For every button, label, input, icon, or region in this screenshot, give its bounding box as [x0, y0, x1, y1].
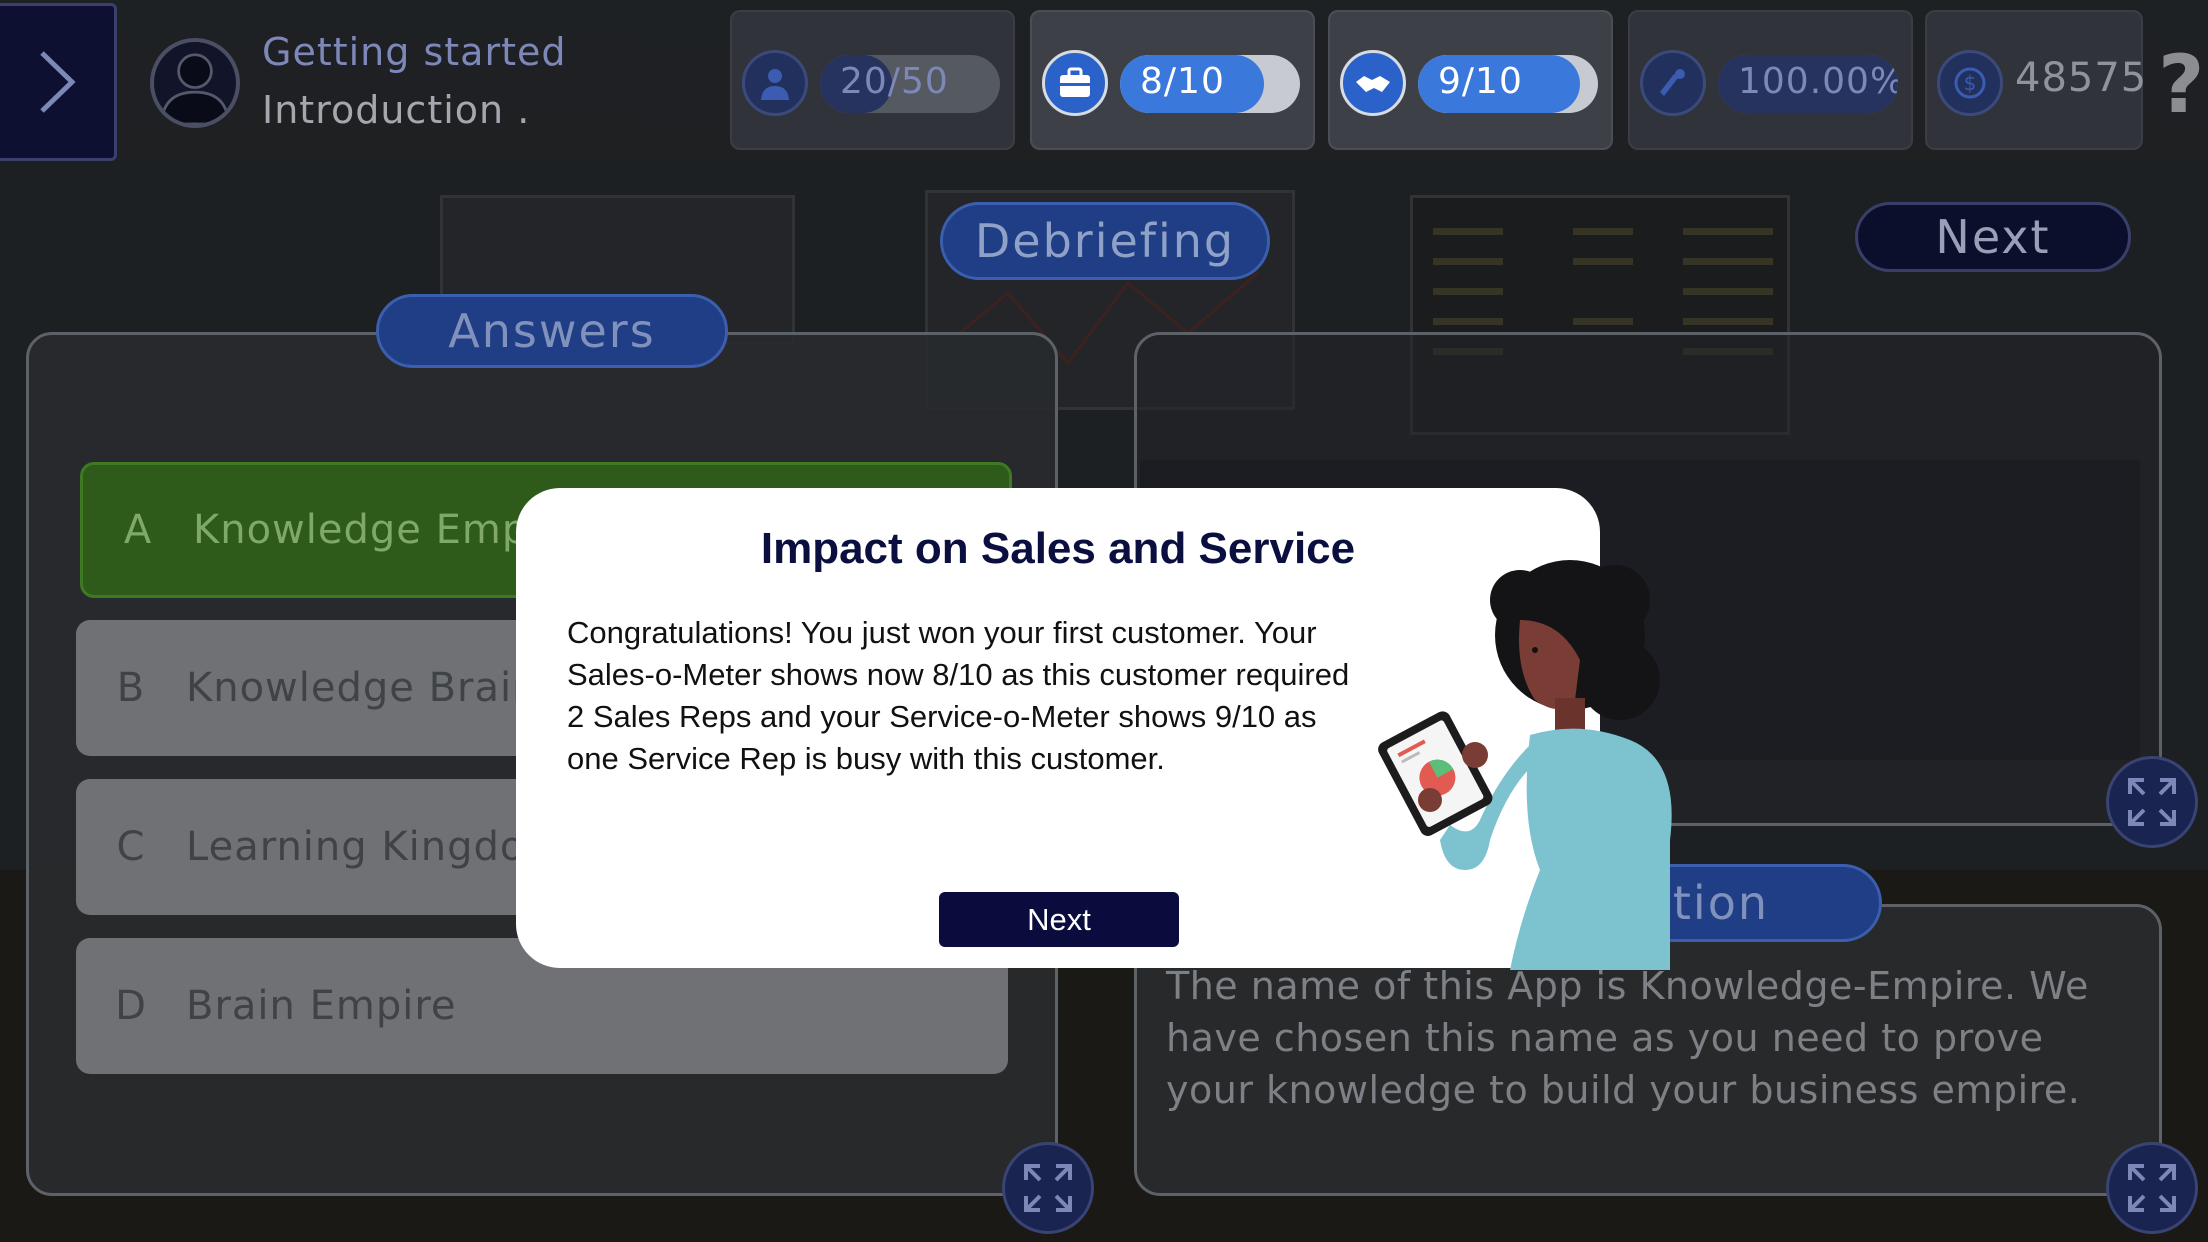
- chevron-right-icon: [40, 51, 76, 113]
- user-silhouette-icon: [159, 53, 231, 124]
- answer-text: Brain Empire: [186, 983, 457, 1029]
- dollar-coin-icon: $: [1937, 50, 2003, 116]
- expand-answers-button[interactable]: [1002, 1142, 1094, 1234]
- expand-information-button[interactable]: [2106, 1142, 2198, 1234]
- gauge-icon: [1640, 50, 1706, 116]
- answer-letter: B: [116, 665, 146, 711]
- expand-scene-button[interactable]: [2106, 756, 2198, 848]
- handshake-icon: [1340, 50, 1406, 116]
- briefcase-icon: [1042, 50, 1108, 116]
- woman-with-tablet-illustration: [1378, 560, 1672, 970]
- sales-meter-value: 8/10: [1140, 61, 1225, 102]
- service-meter-value: 9/10: [1438, 61, 1523, 102]
- performance-meter[interactable]: 100.00%: [1628, 10, 1913, 150]
- answers-tab: Answers: [376, 294, 728, 368]
- person-icon: [742, 50, 808, 116]
- coin-balance: 48575: [2015, 55, 2148, 101]
- answer-letter: A: [123, 507, 153, 553]
- help-button[interactable]: ?: [2158, 38, 2204, 131]
- expand-icon: [1024, 1164, 1072, 1212]
- employees-meter[interactable]: 20/50: [730, 10, 1015, 150]
- service-meter[interactable]: 9/10: [1328, 10, 1613, 150]
- avatar[interactable]: [150, 38, 240, 128]
- page-subtitle: Introduction .: [262, 88, 531, 132]
- page-title: Getting started: [262, 30, 567, 74]
- debriefing-button[interactable]: Debriefing: [940, 202, 1270, 280]
- answer-letter: C: [116, 824, 146, 870]
- svg-text:$: $: [1964, 71, 1977, 95]
- employees-meter-value: 20/50: [840, 61, 949, 102]
- menu-toggle-button[interactable]: [0, 3, 117, 161]
- answer-text: Learning Kingdom: [186, 824, 566, 870]
- modal-body: Congratulations! You just won your first…: [567, 615, 1350, 776]
- sales-meter[interactable]: 8/10: [1030, 10, 1315, 150]
- expand-icon: [2128, 778, 2176, 826]
- information-text: The name of this App is Knowledge-Empire…: [1166, 964, 2089, 1112]
- modal-next-button[interactable]: Next: [939, 892, 1179, 947]
- next-button[interactable]: Next: [1855, 202, 2131, 272]
- answer-letter: D: [115, 983, 147, 1029]
- expand-icon: [2128, 1164, 2176, 1212]
- answer-text: Knowledge Brain: [186, 665, 539, 711]
- performance-meter-value: 100.00%: [1738, 61, 1898, 102]
